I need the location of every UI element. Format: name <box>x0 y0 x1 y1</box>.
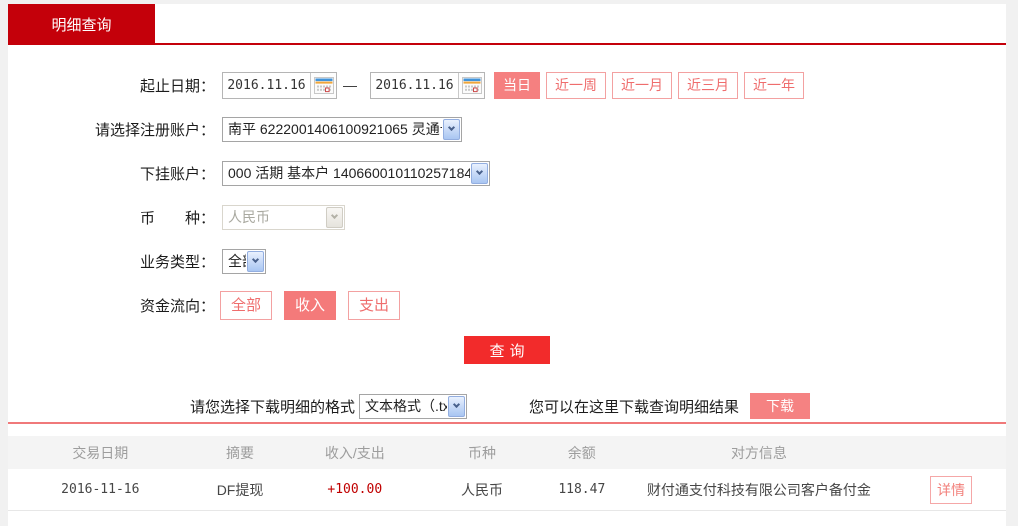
date-to-input[interactable]: 2016.11.16 <box>370 72 485 99</box>
quick-range-month-button[interactable]: 近一月 <box>612 72 672 99</box>
results-table: 交易日期 摘要 收入/支出 币种 余额 对方信息 2016-11-16 DF提现… <box>8 422 1006 511</box>
sub-account-row: 下挂账户： 000 活期 基本户 1406600101102571848 <box>8 159 1006 187</box>
cell-counterparty: 财付通支付科技有限公司客户备付金 <box>622 480 896 500</box>
download-format-value: 文本格式（.txt） <box>360 396 447 416</box>
calendar-to-button[interactable] <box>458 73 484 98</box>
business-type-row: 业务类型： 全部 <box>8 247 1006 275</box>
currency-select: 人民币 <box>222 205 345 230</box>
table-header: 交易日期 摘要 收入/支出 币种 余额 对方信息 <box>8 436 1006 469</box>
calendar-icon <box>462 77 482 94</box>
chevron-down-icon <box>326 207 343 228</box>
chevron-down-icon <box>247 251 264 272</box>
register-account-value: 南平 6222001406100921065 灵通卡 <box>223 119 442 139</box>
header-balance: 余额 <box>542 443 622 463</box>
register-account-row: 请选择注册账户： 南平 6222001406100921065 灵通卡 <box>8 115 1006 143</box>
query-form: 起止日期： 2016.11.16 <box>8 45 1006 364</box>
cell-date: 2016-11-16 <box>8 482 193 497</box>
chevron-down-icon <box>448 396 465 417</box>
date-range-label: 起止日期： <box>8 75 215 96</box>
cell-balance: 118.47 <box>542 482 622 497</box>
header-counterparty: 对方信息 <box>622 443 896 463</box>
sub-account-value: 000 活期 基本户 1406600101102571848 <box>223 163 470 183</box>
chevron-down-icon <box>471 163 488 184</box>
tab-bar: 明细查询 <box>8 4 1006 45</box>
quick-range-quarter-button[interactable]: 近三月 <box>678 72 738 99</box>
quick-range-today-button[interactable]: 当日 <box>494 72 540 99</box>
chevron-down-icon <box>443 119 460 140</box>
header-currency: 币种 <box>422 443 542 463</box>
date-range-separator: — <box>343 77 357 93</box>
date-to-value: 2016.11.16 <box>371 73 458 98</box>
currency-row: 币 种： 人民币 <box>8 203 1006 231</box>
date-from-value: 2016.11.16 <box>223 73 310 98</box>
main-panel: 明细查询 起止日期： 2016.11.16 <box>8 4 1006 526</box>
business-type-select[interactable]: 全部 <box>222 249 266 274</box>
tab-detail-query[interactable]: 明细查询 <box>8 4 155 45</box>
currency-label: 币 种： <box>8 207 215 228</box>
business-type-label: 业务类型： <box>8 251 215 272</box>
header-summary: 摘要 <box>193 443 288 463</box>
download-button[interactable]: 下载 <box>750 393 810 419</box>
fund-flow-all-button[interactable]: 全部 <box>220 291 272 320</box>
query-button[interactable]: 查询 <box>464 336 550 364</box>
business-type-value: 全部 <box>223 251 246 271</box>
header-amount: 收入/支出 <box>287 443 422 463</box>
quick-range-week-button[interactable]: 近一周 <box>546 72 606 99</box>
download-format-label: 请您选择下载明细的格式 <box>190 396 355 417</box>
calendar-icon <box>314 77 334 94</box>
date-range-row: 起止日期： 2016.11.16 <box>8 71 1006 99</box>
cell-currency: 人民币 <box>422 480 542 500</box>
cell-summary: DF提现 <box>193 480 288 500</box>
register-account-label: 请选择注册账户： <box>8 119 215 140</box>
date-from-input[interactable]: 2016.11.16 <box>222 72 337 99</box>
fund-flow-income-button[interactable]: 收入 <box>284 291 336 320</box>
query-row: 查询 <box>8 336 1006 364</box>
header-date: 交易日期 <box>8 443 193 463</box>
table-row: 2016-11-16 DF提现 +100.00 人民币 118.47 财付通支付… <box>8 469 1006 511</box>
fund-flow-label: 资金流向： <box>8 295 215 316</box>
fund-flow-row: 资金流向： 全部 收入 支出 <box>8 291 1006 320</box>
currency-value: 人民币 <box>223 207 325 227</box>
download-hint: 您可以在这里下载查询明细结果 <box>529 396 739 417</box>
fund-flow-expense-button[interactable]: 支出 <box>348 291 400 320</box>
calendar-from-button[interactable] <box>310 73 336 98</box>
download-format-select[interactable]: 文本格式（.txt） <box>359 394 467 419</box>
register-account-select[interactable]: 南平 6222001406100921065 灵通卡 <box>222 117 462 142</box>
detail-button[interactable]: 详情 <box>930 476 972 504</box>
cell-amount: +100.00 <box>287 482 422 497</box>
quick-range-year-button[interactable]: 近一年 <box>744 72 804 99</box>
sub-account-label: 下挂账户： <box>8 163 215 184</box>
download-row: 请您选择下载明细的格式 文本格式（.txt） 您可以在这里下载查询明细结果 下载 <box>190 393 1006 419</box>
sub-account-select[interactable]: 000 活期 基本户 1406600101102571848 <box>222 161 490 186</box>
